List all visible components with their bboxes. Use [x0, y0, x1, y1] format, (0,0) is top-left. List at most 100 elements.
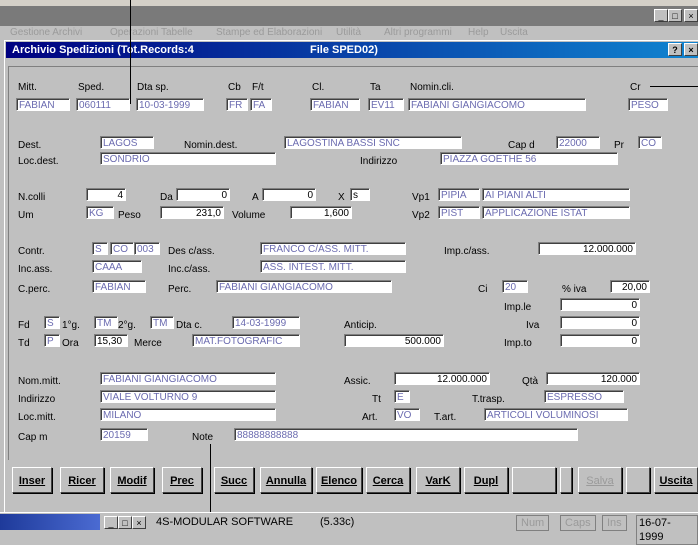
iva-field[interactable]: 0 — [560, 316, 640, 329]
vp2-code-field[interactable]: PIST — [438, 206, 480, 219]
fd1g-field[interactable]: TM — [94, 316, 118, 329]
x-label: X — [338, 192, 345, 203]
blank-button-1[interactable] — [512, 467, 556, 493]
ora-field[interactable]: 15,30 — [94, 334, 128, 347]
volume-field[interactable]: 1,600 — [290, 206, 352, 219]
menu-item-help[interactable]: Help — [468, 26, 489, 40]
nomincli-field[interactable]: FABIANI GIANGIACOMO — [408, 98, 586, 111]
tart-field[interactable]: ARTICOLI VOLUMINOSI — [484, 408, 628, 421]
impass-field[interactable]: 12.000.000 — [538, 242, 636, 255]
ft-field[interactable]: FA — [250, 98, 272, 111]
ta-field[interactable]: EV11 — [368, 98, 404, 111]
vark-button[interactable]: VarK — [416, 467, 460, 493]
capm-label: Cap m — [18, 432, 48, 443]
td-field[interactable]: P — [44, 334, 60, 347]
dest-field[interactable]: LAGOS — [100, 136, 154, 149]
fd2g-field[interactable]: TM — [150, 316, 174, 329]
vp2-field[interactable]: APPLICAZIONE ISTAT — [482, 206, 630, 219]
cr-field[interactable]: PESO — [628, 98, 668, 111]
minimize-icon[interactable]: _ — [654, 9, 668, 22]
perc-field[interactable]: FABIANI GIANGIACOMO — [216, 280, 392, 293]
tart-label: T.art. — [434, 412, 457, 423]
elenco-button[interactable]: Elenco — [316, 467, 362, 493]
fd-field[interactable]: S — [44, 316, 60, 329]
desass-field[interactable]: FRANCO C/ASS. MITT. — [260, 242, 406, 255]
impto-field[interactable]: 0 — [560, 334, 640, 347]
assic-field[interactable]: 12.000.000 — [394, 372, 490, 385]
cperc-field[interactable]: FABIAN — [92, 280, 146, 293]
anticip-label: Anticip. — [344, 320, 377, 331]
prec-button[interactable]: Prec — [162, 467, 202, 493]
ricer-button[interactable]: Ricer — [60, 467, 104, 493]
anticip-field[interactable]: 500.000 — [344, 334, 444, 347]
salva-button[interactable]: Salva — [578, 467, 622, 493]
sped-field[interactable]: 060111 — [76, 98, 130, 111]
incass-field[interactable]: CAAA — [92, 260, 142, 273]
indirizzo2-field[interactable]: VIALE VOLTURNO 9 — [100, 390, 276, 403]
help-icon[interactable]: ? — [668, 43, 682, 56]
locmitt-field[interactable]: MILANO — [100, 408, 276, 421]
tt-field[interactable]: E — [394, 390, 410, 403]
dtac-field[interactable]: 14-03-1999 — [232, 316, 300, 329]
mitt-field[interactable]: FABIAN — [16, 98, 70, 111]
capm-field[interactable]: 20159 — [100, 428, 148, 441]
imple-field[interactable]: 0 — [560, 298, 640, 311]
indirizzo-field[interactable]: PIAZZA GOETHE 56 — [440, 152, 618, 165]
dialog-close-icon[interactable]: × — [684, 43, 698, 56]
contr-c-field[interactable]: 003 — [134, 242, 160, 255]
status-minimize-icon[interactable]: _ — [104, 516, 118, 529]
iva-pct-field[interactable]: 20,00 — [610, 280, 650, 293]
merce-field[interactable]: MAT.FOTOGRAFIC — [192, 334, 300, 347]
contr-a-field[interactable]: S — [92, 242, 108, 255]
vp1-field[interactable]: AI PIANI ALTI — [482, 188, 630, 201]
qta-field[interactable]: 120.000 — [546, 372, 640, 385]
da-label: Da — [160, 192, 173, 203]
qta-label: Qtà — [522, 376, 539, 387]
cerca-button[interactable]: Cerca — [366, 467, 410, 493]
ttrasp-field[interactable]: ESPRESSO — [544, 390, 624, 403]
status-restore-icon[interactable]: □ — [118, 516, 132, 529]
annulla-button[interactable]: Annulla — [260, 467, 312, 493]
nommitt-field[interactable]: FABIANI GIANGIACOMO — [100, 372, 276, 385]
iva-pct-label: % iva — [562, 284, 587, 295]
merce-label: Merce — [134, 338, 162, 349]
contr-b-field[interactable]: CO — [110, 242, 134, 255]
menu-item-archivi[interactable]: Gestione Archivi — [10, 26, 82, 40]
dupl-button[interactable]: Dupl — [464, 467, 508, 493]
imple-label: Imp.le — [504, 302, 532, 313]
status-close-icon[interactable]: × — [132, 516, 146, 529]
menu-item-tabelle[interactable]: Operazioni Tabelle — [110, 26, 193, 40]
close-icon[interactable]: × — [684, 9, 698, 22]
nomindest-field[interactable]: LAGOSTINA BASSI SNC — [284, 136, 462, 149]
uscita-button[interactable]: Uscita — [654, 467, 698, 493]
a-field[interactable]: 0 — [262, 188, 316, 201]
peso-field[interactable]: 231,0 — [160, 206, 224, 219]
capd-field[interactable]: 22000 — [556, 136, 600, 149]
menu-item-stampe[interactable]: Stampe ed Elaborazioni — [216, 26, 322, 40]
inser-button[interactable]: Inser — [12, 467, 52, 493]
menu-item-utilita[interactable]: Utilità — [336, 26, 361, 40]
da-field[interactable]: 0 — [176, 188, 230, 201]
note-field[interactable]: 88888888888 — [234, 428, 578, 441]
ci-field[interactable]: 20 — [502, 280, 528, 293]
incass2-field[interactable]: ASS. INTEST. MITT. — [260, 260, 406, 273]
ora-label: Ora — [62, 338, 79, 349]
cl-field[interactable]: FABIAN — [310, 98, 360, 111]
maximize-icon[interactable]: □ — [668, 9, 682, 22]
um-field[interactable]: KG — [86, 206, 114, 219]
x-field[interactable]: s — [350, 188, 370, 201]
menu-item-uscita[interactable]: Uscita — [500, 26, 528, 40]
locdest-field[interactable]: SONDRIO — [100, 152, 276, 165]
succ-button[interactable]: Succ — [214, 467, 254, 493]
dtasp-field[interactable]: 10-03-1999 — [136, 98, 204, 111]
blank-button-3[interactable] — [626, 467, 650, 493]
vp1-code-field[interactable]: PIPIA — [438, 188, 480, 201]
pr-field[interactable]: CO — [638, 136, 662, 149]
status-bar: _ □ × 4S-MODULAR SOFTWARE (5.33c) Num Ca… — [0, 512, 698, 545]
ncolli-field[interactable]: 4 — [86, 188, 126, 201]
blank-button-2[interactable] — [560, 467, 572, 493]
cb-field[interactable]: FR — [226, 98, 248, 111]
modif-button[interactable]: Modif — [110, 467, 154, 493]
art-field[interactable]: VO — [394, 408, 420, 421]
menu-item-altri[interactable]: Altri programmi — [384, 26, 452, 40]
